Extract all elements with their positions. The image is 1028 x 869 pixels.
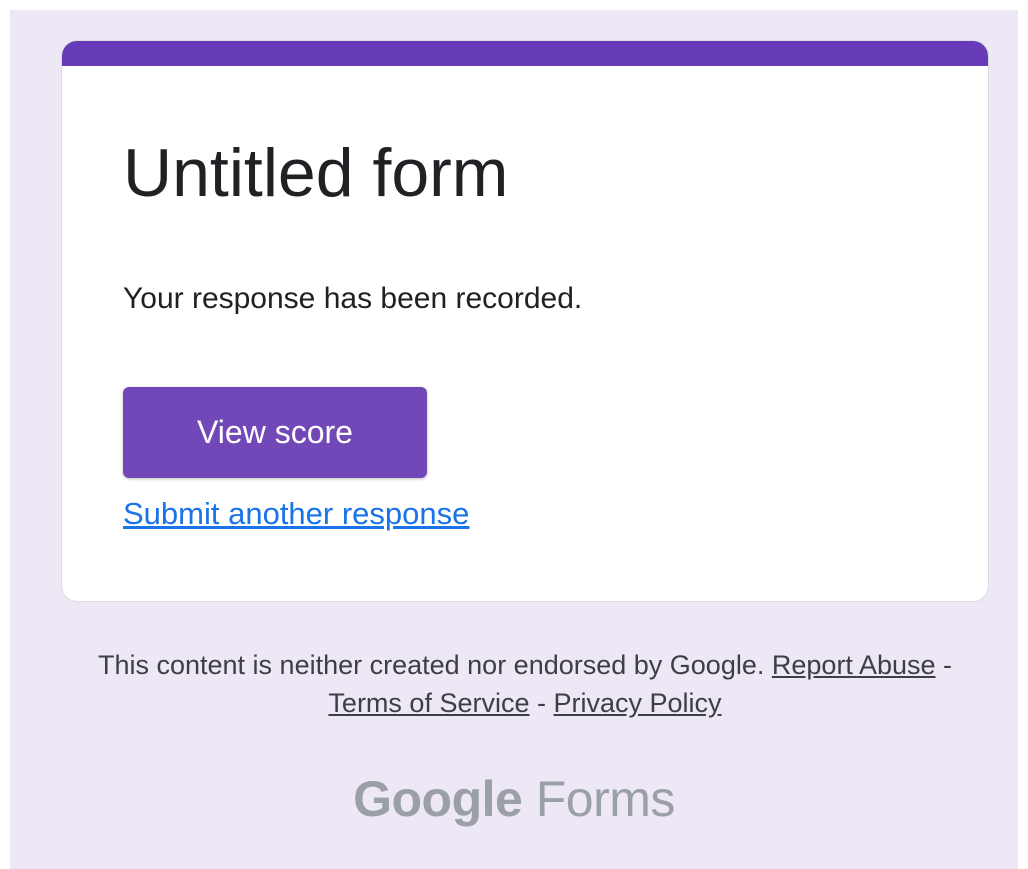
page-background: Untitled form Your response has been rec… (10, 10, 1018, 869)
terms-of-service-link[interactable]: Terms of Service (328, 688, 529, 718)
report-abuse-link[interactable]: Report Abuse (772, 650, 936, 680)
submit-another-response-link[interactable]: Submit another response (123, 496, 469, 532)
view-score-button[interactable]: View score (123, 387, 427, 478)
google-forms-logo[interactable]: Google Forms (10, 770, 1018, 828)
confirmation-message: Your response has been recorded. (123, 282, 583, 315)
confirmation-card: Untitled form Your response has been rec… (61, 40, 989, 602)
footer-disclaimer: This content is neither created nor endo… (70, 646, 980, 722)
card-accent-bar (62, 41, 988, 66)
disclaimer-text: This content is neither created nor endo… (97, 650, 765, 680)
privacy-policy-link[interactable]: Privacy Policy (554, 688, 722, 718)
form-title: Untitled form (123, 135, 509, 211)
footer-separator: - (537, 688, 546, 718)
brand-google-text: Google (353, 771, 523, 827)
brand-product-text: Forms (535, 771, 676, 827)
footer-separator: - (943, 650, 953, 680)
